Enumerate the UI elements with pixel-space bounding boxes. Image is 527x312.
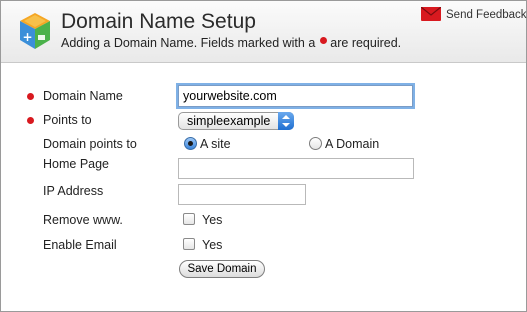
page-title: Domain Name Setup xyxy=(61,10,256,33)
points-to-selected-value: simpleexample xyxy=(187,114,271,128)
checkbox-icon xyxy=(183,238,195,250)
points-to-select[interactable]: simpleexample xyxy=(178,112,294,130)
domain-name-label: Domain Name xyxy=(43,89,123,103)
radio-a-domain[interactable]: A Domain xyxy=(309,137,379,151)
enable-email-checkbox[interactable]: Yes xyxy=(183,238,222,252)
domain-setup-logo-icon: + xyxy=(20,13,50,49)
dialog-frame: + Domain Name Setup Adding a Domain Name… xyxy=(0,0,527,312)
subtitle-text-after: are required. xyxy=(330,36,402,50)
required-marker-icon xyxy=(320,37,328,44)
home-page-label: Home Page xyxy=(43,157,110,171)
save-domain-button[interactable]: Save Domain xyxy=(179,260,265,278)
radio-unchecked-icon xyxy=(309,137,322,150)
radio-a-site-label: A site xyxy=(200,137,231,151)
enable-email-option-label: Yes xyxy=(202,238,223,252)
remove-www-label: Remove www. xyxy=(43,213,123,227)
remove-www-checkbox[interactable]: Yes xyxy=(183,213,222,227)
select-arrows-icon xyxy=(278,112,294,130)
checkbox-icon xyxy=(183,213,195,225)
ip-address-input[interactable] xyxy=(178,184,306,205)
enable-email-label: Enable Email xyxy=(43,238,117,252)
page-subtitle: Adding a Domain Name. Fields marked with… xyxy=(61,36,401,50)
home-page-input[interactable] xyxy=(178,158,414,179)
send-feedback-link[interactable]: Send Feedback xyxy=(420,6,527,21)
ip-address-label: IP Address xyxy=(43,184,104,198)
radio-a-domain-label: A Domain xyxy=(325,137,380,151)
domain-name-input[interactable] xyxy=(178,85,413,107)
required-marker-icon xyxy=(27,117,34,124)
radio-checked-icon xyxy=(184,137,197,150)
domain-points-to-label: Domain points to xyxy=(43,137,137,151)
send-feedback-label: Send Feedback xyxy=(446,9,527,21)
remove-www-option-label: Yes xyxy=(202,213,223,227)
required-marker-icon xyxy=(27,93,34,100)
header: + Domain Name Setup Adding a Domain Name… xyxy=(1,1,527,63)
radio-a-site[interactable]: A site xyxy=(184,137,231,151)
subtitle-text-before: Adding a Domain Name. Fields marked with… xyxy=(61,36,316,50)
points-to-label: Points to xyxy=(43,113,92,127)
envelope-icon xyxy=(420,6,442,21)
svg-text:+: + xyxy=(22,30,32,44)
